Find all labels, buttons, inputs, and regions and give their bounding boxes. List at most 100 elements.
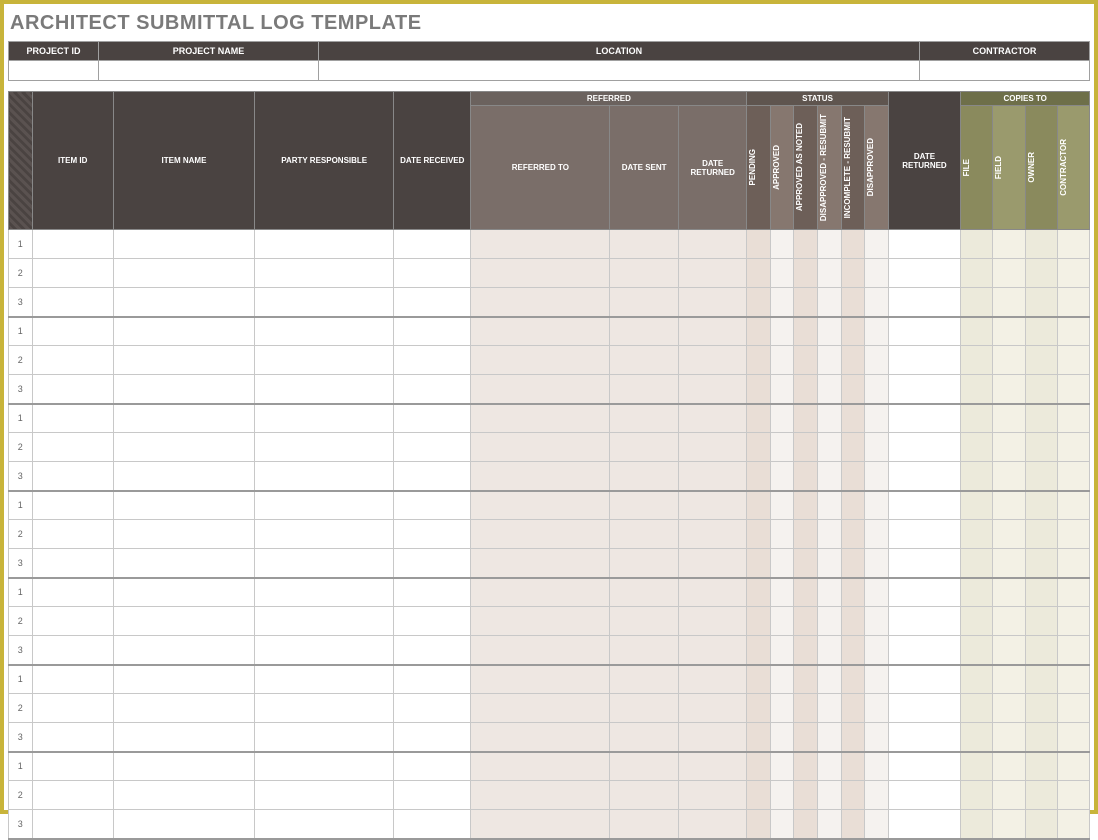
cell-status-disapproved-resubmit[interactable] — [818, 230, 842, 259]
cell-status-pending[interactable] — [747, 259, 771, 288]
cell-copies-file[interactable] — [961, 781, 993, 810]
cell-row-number[interactable]: 3 — [9, 549, 33, 578]
cell-item-name[interactable] — [113, 549, 254, 578]
cell-status-incomplete-resubmit[interactable] — [841, 404, 865, 433]
cell-contractor[interactable] — [920, 61, 1090, 81]
cell-status-approved[interactable] — [770, 433, 794, 462]
cell-status-disapproved-resubmit[interactable] — [818, 607, 842, 636]
cell-date-sent[interactable] — [610, 549, 678, 578]
cell-copies-contractor[interactable] — [1057, 723, 1089, 752]
cell-item-id[interactable] — [32, 752, 113, 781]
cell-party-responsible[interactable] — [255, 433, 394, 462]
cell-status-pending[interactable] — [747, 636, 771, 665]
cell-date-received[interactable] — [394, 317, 471, 346]
cell-copies-contractor[interactable] — [1057, 317, 1089, 346]
cell-status-disapproved[interactable] — [865, 607, 889, 636]
cell-copies-owner[interactable] — [1025, 404, 1057, 433]
cell-date-returned-2[interactable] — [888, 404, 961, 433]
cell-party-responsible[interactable] — [255, 520, 394, 549]
cell-item-name[interactable] — [113, 520, 254, 549]
cell-party-responsible[interactable] — [255, 230, 394, 259]
cell-date-sent[interactable] — [610, 230, 678, 259]
cell-date-returned-2[interactable] — [888, 781, 961, 810]
cell-copies-contractor[interactable] — [1057, 520, 1089, 549]
cell-date-sent[interactable] — [610, 781, 678, 810]
cell-status-approved-as-noted[interactable] — [794, 549, 818, 578]
cell-date-returned-2[interactable] — [888, 259, 961, 288]
cell-item-name[interactable] — [113, 404, 254, 433]
cell-date-sent[interactable] — [610, 404, 678, 433]
cell-referred-to[interactable] — [471, 375, 610, 404]
cell-item-name[interactable] — [113, 694, 254, 723]
cell-item-id[interactable] — [32, 549, 113, 578]
cell-referred-to[interactable] — [471, 317, 610, 346]
cell-status-pending[interactable] — [747, 520, 771, 549]
cell-status-disapproved[interactable] — [865, 694, 889, 723]
cell-status-approved-as-noted[interactable] — [794, 578, 818, 607]
cell-copies-field[interactable] — [993, 288, 1025, 317]
cell-status-approved-as-noted[interactable] — [794, 781, 818, 810]
cell-status-disapproved[interactable] — [865, 317, 889, 346]
cell-referred-to[interactable] — [471, 230, 610, 259]
cell-status-disapproved[interactable] — [865, 723, 889, 752]
cell-date-returned[interactable] — [678, 462, 747, 491]
cell-status-approved[interactable] — [770, 549, 794, 578]
cell-date-returned[interactable] — [678, 665, 747, 694]
cell-date-returned-2[interactable] — [888, 346, 961, 375]
cell-date-returned-2[interactable] — [888, 607, 961, 636]
cell-status-pending[interactable] — [747, 578, 771, 607]
cell-status-incomplete-resubmit[interactable] — [841, 607, 865, 636]
cell-date-received[interactable] — [394, 375, 471, 404]
cell-copies-field[interactable] — [993, 404, 1025, 433]
cell-copies-field[interactable] — [993, 317, 1025, 346]
cell-date-sent[interactable] — [610, 462, 678, 491]
cell-status-disapproved-resubmit[interactable] — [818, 723, 842, 752]
cell-referred-to[interactable] — [471, 665, 610, 694]
cell-copies-owner[interactable] — [1025, 723, 1057, 752]
cell-item-id[interactable] — [32, 433, 113, 462]
cell-date-sent[interactable] — [610, 520, 678, 549]
cell-status-disapproved[interactable] — [865, 665, 889, 694]
cell-date-returned-2[interactable] — [888, 578, 961, 607]
cell-copies-owner[interactable] — [1025, 520, 1057, 549]
cell-item-name[interactable] — [113, 230, 254, 259]
cell-status-disapproved[interactable] — [865, 346, 889, 375]
cell-status-disapproved-resubmit[interactable] — [818, 520, 842, 549]
cell-copies-contractor[interactable] — [1057, 375, 1089, 404]
cell-status-approved[interactable] — [770, 491, 794, 520]
cell-date-sent[interactable] — [610, 752, 678, 781]
cell-date-received[interactable] — [394, 404, 471, 433]
cell-status-disapproved[interactable] — [865, 375, 889, 404]
cell-item-id[interactable] — [32, 781, 113, 810]
cell-party-responsible[interactable] — [255, 607, 394, 636]
cell-date-received[interactable] — [394, 752, 471, 781]
cell-status-disapproved[interactable] — [865, 578, 889, 607]
cell-status-approved[interactable] — [770, 259, 794, 288]
cell-status-disapproved[interactable] — [865, 462, 889, 491]
cell-status-disapproved-resubmit[interactable] — [818, 288, 842, 317]
cell-referred-to[interactable] — [471, 781, 610, 810]
cell-status-incomplete-resubmit[interactable] — [841, 259, 865, 288]
cell-status-pending[interactable] — [747, 433, 771, 462]
cell-status-disapproved-resubmit[interactable] — [818, 375, 842, 404]
cell-status-disapproved[interactable] — [865, 288, 889, 317]
cell-date-returned[interactable] — [678, 346, 747, 375]
cell-party-responsible[interactable] — [255, 549, 394, 578]
cell-item-name[interactable] — [113, 723, 254, 752]
cell-referred-to[interactable] — [471, 636, 610, 665]
cell-status-disapproved-resubmit[interactable] — [818, 694, 842, 723]
cell-copies-field[interactable] — [993, 607, 1025, 636]
cell-date-returned[interactable] — [678, 636, 747, 665]
cell-status-approved-as-noted[interactable] — [794, 665, 818, 694]
cell-item-id[interactable] — [32, 520, 113, 549]
cell-status-pending[interactable] — [747, 230, 771, 259]
cell-status-pending[interactable] — [747, 317, 771, 346]
cell-copies-file[interactable] — [961, 665, 993, 694]
cell-party-responsible[interactable] — [255, 723, 394, 752]
cell-date-returned-2[interactable] — [888, 520, 961, 549]
cell-item-name[interactable] — [113, 375, 254, 404]
cell-item-id[interactable] — [32, 288, 113, 317]
cell-copies-contractor[interactable] — [1057, 665, 1089, 694]
cell-copies-file[interactable] — [961, 578, 993, 607]
cell-copies-contractor[interactable] — [1057, 433, 1089, 462]
